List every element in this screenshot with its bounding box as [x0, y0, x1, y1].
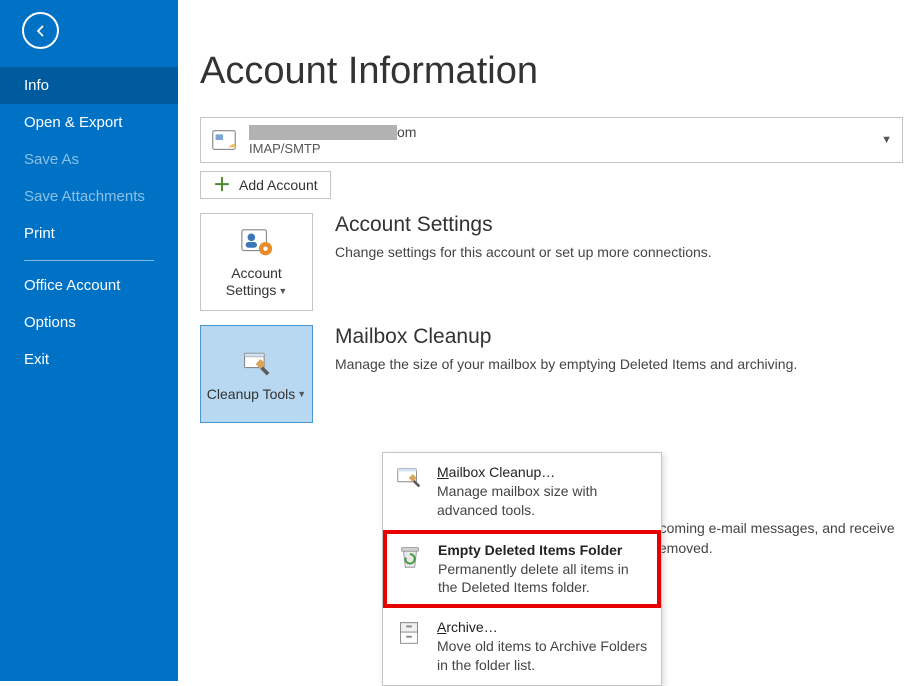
account-settings-icon [233, 225, 281, 261]
account-settings-button[interactable]: Account Settings▼ [200, 213, 313, 311]
cleanup-tools-button[interactable]: Cleanup Tools▼ [200, 325, 313, 423]
account-type: IMAP/SMTP [249, 141, 416, 156]
cleanup-tools-icon [233, 346, 281, 382]
cleanup-tools-menu: Mailbox Cleanup… Manage mailbox size wit… [382, 452, 662, 686]
account-selector[interactable]: om IMAP/SMTP ▼ [200, 117, 903, 163]
nav-exit[interactable]: Exit [0, 341, 178, 378]
archive-cabinet-icon [393, 618, 425, 650]
chevron-down-icon: ▼ [278, 286, 287, 296]
account-email-redacted [249, 125, 397, 140]
menu-item-empty-deleted[interactable]: Empty Deleted Items Folder Permanently d… [383, 530, 661, 609]
account-settings-label: Account Settings [226, 265, 282, 298]
main-panel: Account Information om IMAP/SMTP ▼ ＋ Add… [178, 0, 917, 681]
nav-save-attachments: Save Attachments [0, 178, 178, 215]
trash-recycle-icon [394, 541, 426, 573]
nav-office-account[interactable]: Office Account [0, 267, 178, 304]
nav-print[interactable]: Print [0, 215, 178, 252]
account-settings-heading: Account Settings [335, 213, 712, 237]
chevron-down-icon: ▼ [297, 389, 306, 399]
back-button[interactable] [22, 12, 59, 49]
chevron-down-icon: ▼ [881, 134, 892, 146]
account-card-icon [209, 125, 239, 155]
account-email-suffix: om [397, 124, 416, 140]
nav-info[interactable]: Info [0, 67, 178, 104]
arrow-left-icon [32, 22, 50, 40]
mailbox-cleanup-desc: Manage the size of your mailbox by empty… [335, 355, 797, 375]
nav-save-as: Save As [0, 141, 178, 178]
account-settings-desc: Change settings for this account or set … [335, 243, 712, 263]
nav-separator [24, 260, 154, 261]
page-title: Account Information [200, 50, 903, 93]
menu-item-mailbox-cleanup[interactable]: Mailbox Cleanup… Manage mailbox size wit… [383, 453, 661, 530]
mailbox-cleanup-icon [393, 463, 425, 495]
mailbox-cleanup-heading: Mailbox Cleanup [335, 325, 797, 349]
nav-options[interactable]: Options [0, 304, 178, 341]
add-account-button[interactable]: ＋ Add Account [200, 171, 331, 199]
plus-icon: ＋ [213, 178, 231, 192]
add-account-label: Add Account [239, 177, 318, 193]
cleanup-tools-label: Cleanup Tools [207, 386, 295, 402]
nav-open-export[interactable]: Open & Export [0, 104, 178, 141]
backstage-sidebar: Info Open & Export Save As Save Attachme… [0, 0, 178, 681]
menu-item-archive[interactable]: Archive… Move old items to Archive Folde… [383, 608, 661, 685]
